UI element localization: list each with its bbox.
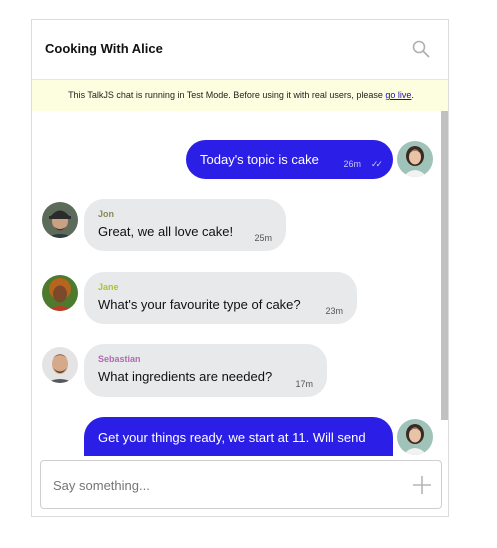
message-incoming: Jon Great, we all love cake! 25m [84,199,286,251]
avatar-jane [42,275,78,311]
message-incoming: Sebastian What ingredients are needed? 1… [84,344,327,397]
message-incoming: Jane What's your favourite type of cake?… [84,272,357,324]
search-icon[interactable] [412,40,430,58]
message-time: 25m [254,233,272,243]
message-time: 26m [343,159,361,169]
message-list-scrollbar[interactable] [441,111,448,420]
message-text: Get your things ready, we start at 11. W… [98,430,366,445]
conversation-title: Cooking With Alice [45,41,163,56]
sender-name: Jane [98,282,119,292]
chat-window: Cooking With Alice This TalkJS chat is r… [31,19,449,517]
chat-header: Cooking With Alice [32,20,448,80]
message-text: Today's topic is cake [200,152,319,167]
avatar-sebastian [42,347,78,383]
banner-suffix: . [411,90,414,100]
test-mode-banner: This TalkJS chat is running in Test Mode… [32,80,448,111]
message-outgoing: Today's topic is cake 26m ✓✓ [186,140,393,179]
read-receipt-icon: ✓✓ [370,159,383,169]
message-list: Today's topic is cake 26m ✓✓ Jon Great, … [32,111,448,456]
banner-text: This TalkJS chat is running in Test Mode… [68,90,386,100]
avatar-alice [397,141,433,177]
go-live-link[interactable]: go live [385,90,411,100]
avatar-alice [397,419,433,455]
message-text: What ingredients are needed? [98,369,273,384]
message-text: Great, we all love cake! [98,224,234,239]
message-input[interactable] [51,473,395,497]
avatar-jon [42,202,78,238]
message-outgoing: Get your things ready, we start at 11. W… [84,417,393,456]
plus-icon[interactable] [411,474,433,496]
message-composer [40,460,442,509]
sender-name: Jon [98,209,115,219]
sender-name: Sebastian [98,354,141,364]
message-text: What's your favourite type of cake? [98,297,301,312]
message-time: 17m [295,379,313,389]
message-time: 23m [325,306,343,316]
